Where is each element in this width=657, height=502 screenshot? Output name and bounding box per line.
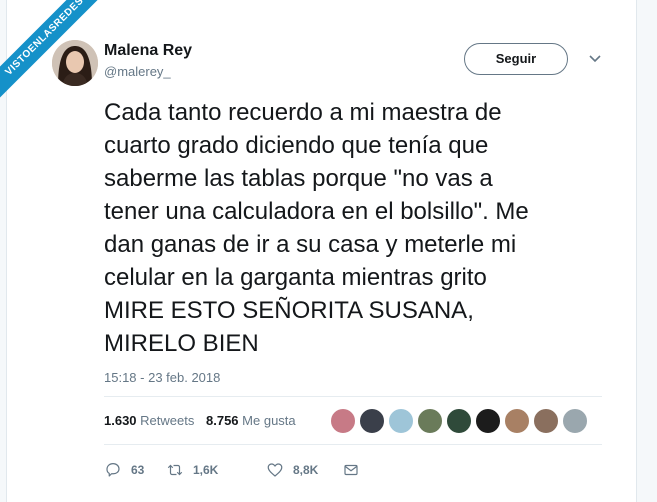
follow-button[interactable]: Seguir: [464, 43, 568, 75]
chevron-down-icon[interactable]: [586, 52, 604, 66]
divider: [104, 444, 602, 445]
right-frame-border: [636, 0, 657, 502]
watermark-text: VISTOENLASREDES: [0, 0, 110, 105]
liker-avatar[interactable]: [504, 408, 530, 434]
retweets-label: Retweets: [140, 413, 195, 428]
liker-avatar[interactable]: [359, 408, 385, 434]
liker-avatars: [330, 408, 590, 434]
liker-avatar[interactable]: [417, 408, 443, 434]
likes-count: 8.756: [206, 413, 239, 428]
divider: [104, 396, 602, 397]
like-button[interactable]: 8,8K: [266, 460, 318, 480]
retweets-count: 1.630: [104, 413, 137, 428]
likes-stat[interactable]: 8.756 Me gusta: [206, 413, 296, 428]
tweet-text: Cada tanto recuerdo a mi maestra de cuar…: [104, 99, 529, 357]
liker-avatar[interactable]: [533, 408, 559, 434]
reply-icon: [106, 463, 120, 477]
display-name[interactable]: Malena Rey: [104, 42, 192, 60]
retweet-count: 1,6K: [193, 463, 219, 477]
retweet-button[interactable]: 1,6K: [166, 460, 218, 480]
envelope-icon: [344, 464, 358, 476]
reply-count: 63: [131, 463, 145, 477]
likes-label: Me gusta: [242, 413, 296, 428]
retweet-icon: [167, 464, 183, 476]
liker-avatar[interactable]: [388, 408, 414, 434]
heart-icon: [267, 463, 283, 477]
user-handle[interactable]: @malerey_: [104, 64, 171, 79]
retweets-stat[interactable]: 1.630 Retweets: [104, 413, 194, 428]
like-count: 8,8K: [293, 463, 319, 477]
reply-button[interactable]: 63: [104, 460, 144, 480]
liker-avatar[interactable]: [330, 408, 356, 434]
liker-avatar[interactable]: [475, 408, 501, 434]
watermark-ribbon: VISTOENLASREDES: [0, 0, 110, 110]
liker-avatar[interactable]: [562, 408, 588, 434]
timestamp[interactable]: 15:18 - 23 feb. 2018: [104, 370, 220, 385]
liker-avatar[interactable]: [446, 408, 472, 434]
engagement-stats: 1.630 Retweets 8.756 Me gusta: [104, 413, 304, 428]
dm-button[interactable]: [342, 460, 369, 480]
